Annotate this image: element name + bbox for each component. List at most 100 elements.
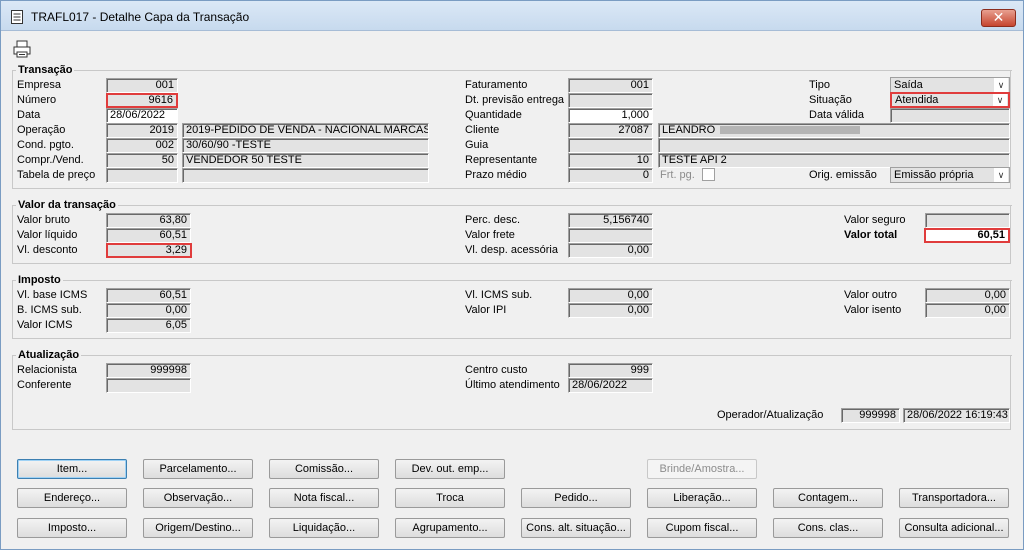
tabela-preco-desc-field — [182, 168, 429, 183]
faturamento-field[interactable]: 001 — [568, 78, 653, 93]
observacao-button[interactable]: Observação... — [143, 488, 253, 508]
valor-ipi-field[interactable]: 0,00 — [568, 303, 653, 318]
consulta-adicional-button[interactable]: Consulta adicional... — [899, 518, 1009, 538]
brinde-amostra-button[interactable]: Brinde/Amostra... — [647, 459, 757, 479]
cliente-label: Cliente — [465, 124, 500, 136]
tipo-value: Saída — [894, 79, 923, 91]
valor-total-field[interactable]: 60,51 — [924, 228, 1010, 243]
dt-previsao-field[interactable] — [568, 93, 653, 108]
valor-icms-field[interactable]: 6,05 — [106, 318, 191, 333]
liberacao-button[interactable]: Liberação... — [647, 488, 757, 508]
dev-out-emp-button[interactable]: Dev. out. emp... — [395, 459, 505, 479]
vl-desp-acessoria-label: Vl. desp. acessória — [465, 244, 558, 256]
tabela-preco-code-field[interactable] — [106, 168, 178, 183]
valor-isento-field[interactable]: 0,00 — [925, 303, 1010, 318]
transportadora-button[interactable]: Transportadora... — [899, 488, 1009, 508]
ultimo-atendimento-field[interactable]: 28/06/2022 — [568, 378, 653, 393]
b-icms-sub-field[interactable]: 0,00 — [106, 303, 191, 318]
centro-custo-field[interactable]: 999 — [568, 363, 653, 378]
prazo-medio-label: Prazo médio — [465, 169, 527, 181]
relacionista-field[interactable]: 999998 — [106, 363, 191, 378]
valor-isento-label: Valor isento — [844, 304, 902, 316]
troca-button[interactable]: Troca — [395, 488, 505, 508]
cliente-name-field: LEANDRO — [658, 123, 1010, 138]
valor-frete-field[interactable] — [568, 228, 653, 243]
cliente-name: LEANDRO — [662, 124, 716, 136]
cons-alt-situacao-button[interactable]: Cons. alt. situação... — [521, 518, 631, 538]
window-title: TRAFL017 - Detalhe Capa da Transação — [31, 10, 250, 24]
redacted-blur — [720, 126, 861, 135]
operador-code-field: 999998 — [841, 408, 900, 423]
data-field[interactable]: 28/06/2022 — [106, 108, 178, 123]
valor-frete-label: Valor frete — [465, 229, 515, 241]
vl-desp-acessoria-field[interactable]: 0,00 — [568, 243, 653, 258]
chevron-down-icon[interactable]: ∨ — [994, 78, 1008, 92]
valor-liquido-field[interactable]: 60,51 — [106, 228, 191, 243]
endereco-button[interactable]: Endereço... — [17, 488, 127, 508]
centro-custo-label: Centro custo — [465, 364, 528, 376]
pedido-button[interactable]: Pedido... — [521, 488, 631, 508]
perc-desc-field[interactable]: 5,156740 — [568, 213, 653, 228]
valor-bruto-label: Valor bruto — [17, 214, 70, 226]
vl-desconto-field[interactable]: 3,29 — [106, 243, 192, 258]
tipo-select[interactable]: Saída ∨ — [890, 77, 1010, 93]
data-valida-label: Data válida — [809, 109, 865, 121]
imposto-button[interactable]: Imposto... — [17, 518, 127, 538]
nota-fiscal-button[interactable]: Nota fiscal... — [269, 488, 379, 508]
contagem-button[interactable]: Contagem... — [773, 488, 883, 508]
document-icon — [11, 10, 23, 24]
frt-pg-label: Frt. pg. — [660, 169, 695, 181]
valor-bruto-field[interactable]: 63,80 — [106, 213, 191, 228]
origem-destino-button[interactable]: Origem/Destino... — [143, 518, 253, 538]
orig-emissao-label: Orig. emissão — [809, 169, 877, 181]
cond-pgto-code-field[interactable]: 002 — [106, 138, 178, 153]
situacao-select[interactable]: Atendida ∨ — [890, 92, 1010, 108]
cupom-fiscal-button[interactable]: Cupom fiscal... — [647, 518, 757, 538]
valor-seguro-field[interactable] — [925, 213, 1010, 228]
comissao-button[interactable]: Comissão... — [269, 459, 379, 479]
conferente-label: Conferente — [17, 379, 72, 391]
data-label: Data — [17, 109, 41, 121]
situacao-label: Situação — [809, 94, 852, 106]
empresa-label: Empresa — [17, 79, 62, 91]
vl-icms-sub-label: Vl. ICMS sub. — [465, 289, 533, 301]
cons-clas-button[interactable]: Cons. clas... — [773, 518, 883, 538]
numero-field[interactable]: 9616 — [106, 93, 178, 108]
agrupamento-button[interactable]: Agrupamento... — [395, 518, 505, 538]
item-button[interactable]: Item... — [17, 459, 127, 479]
valor-outro-field[interactable]: 0,00 — [925, 288, 1010, 303]
chevron-down-icon[interactable]: ∨ — [993, 94, 1007, 106]
guia-label: Guia — [465, 139, 489, 151]
compr-vend-label: Compr./Vend. — [17, 154, 84, 166]
representante-code-field[interactable]: 10 — [568, 153, 653, 168]
quantidade-field[interactable]: 1,000 — [568, 108, 653, 123]
frt-pg-checkbox[interactable] — [702, 168, 715, 181]
conferente-field[interactable] — [106, 378, 191, 393]
operacao-code-field[interactable]: 2019 — [106, 123, 178, 138]
vl-icms-sub-field[interactable]: 0,00 — [568, 288, 653, 303]
printer-icon[interactable] — [12, 39, 32, 59]
relacionista-label: Relacionista — [17, 364, 77, 376]
vl-base-icms-label: Vl. base ICMS — [17, 289, 88, 301]
empresa-field[interactable]: 001 — [106, 78, 178, 93]
close-button[interactable]: ✕ — [981, 9, 1016, 27]
cliente-code-field[interactable]: 27087 — [568, 123, 653, 138]
guia-code-field[interactable] — [568, 138, 653, 153]
orig-emissao-select[interactable]: Emissão própria ∨ — [890, 167, 1010, 183]
compr-vend-desc-field: VENDEDOR 50 TESTE — [182, 153, 429, 168]
valor-title: Valor da transação — [16, 199, 118, 211]
vl-base-icms-field[interactable]: 60,51 — [106, 288, 191, 303]
valor-liquido-label: Valor líquido — [17, 229, 78, 241]
compr-vend-code-field[interactable]: 50 — [106, 153, 178, 168]
guia-name-field — [658, 138, 1010, 153]
operador-datetime-field: 28/06/2022 16:19:43 — [903, 408, 1010, 423]
operacao-label: Operação — [17, 124, 66, 136]
parcelamento-button[interactable]: Parcelamento... — [143, 459, 253, 479]
liquidacao-button[interactable]: Liquidação... — [269, 518, 379, 538]
prazo-medio-field[interactable]: 0 — [568, 168, 653, 183]
chevron-down-icon[interactable]: ∨ — [994, 168, 1008, 182]
title-bar: TRAFL017 - Detalhe Capa da Transação ✕ — [1, 1, 1023, 31]
perc-desc-label: Perc. desc. — [465, 214, 521, 226]
vl-desconto-label: Vl. desconto — [17, 244, 78, 256]
data-valida-field[interactable] — [890, 108, 1010, 123]
